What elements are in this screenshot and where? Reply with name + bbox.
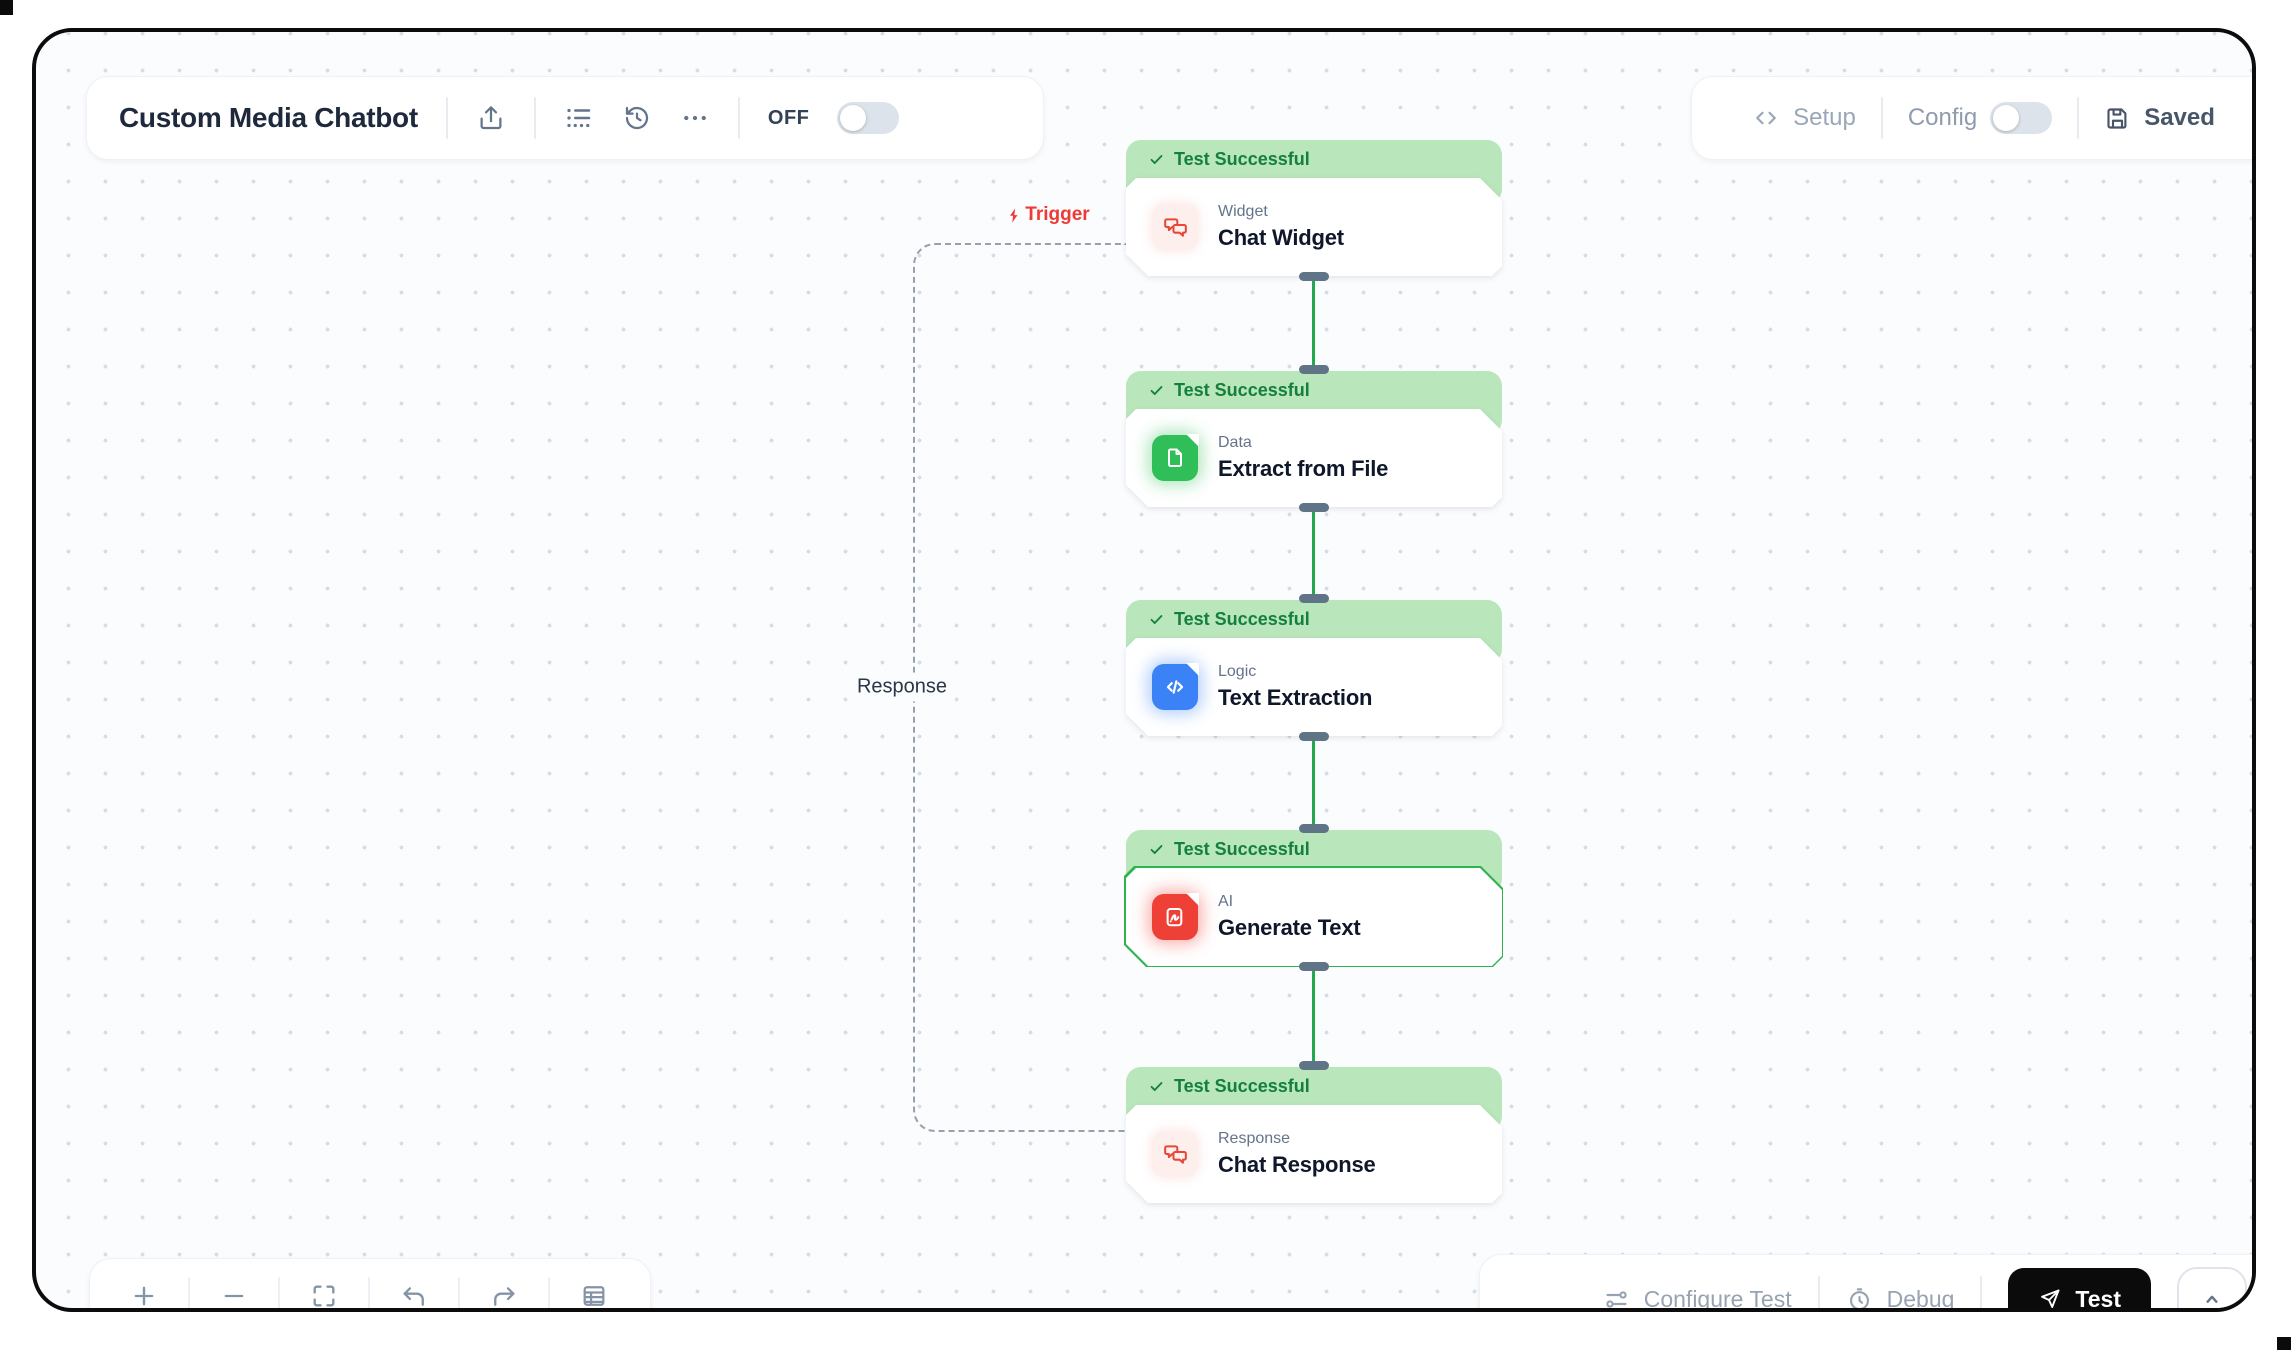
response-label: Response <box>849 673 955 702</box>
screen-artifact-top-left <box>0 0 13 15</box>
node-output-handle[interactable] <box>1299 272 1329 281</box>
zoom-in-button[interactable] <box>100 1259 188 1312</box>
node-type-label: Widget <box>1218 203 1344 221</box>
connector-line <box>1312 507 1315 600</box>
toggle-knob <box>1993 105 2019 131</box>
configure-test-button[interactable]: Configure Test <box>1603 1286 1792 1313</box>
node-status-text: Test Successful <box>1174 149 1310 170</box>
connector-line <box>1312 276 1315 371</box>
debug-label: Debug <box>1887 1286 1955 1313</box>
node-list-icon[interactable] <box>564 103 594 133</box>
code-icon <box>1152 664 1198 710</box>
node-status-text: Test Successful <box>1174 380 1310 401</box>
node-type-label: Response <box>1218 1130 1376 1148</box>
debug-button[interactable]: Debug <box>1846 1286 1955 1313</box>
setup-config-toolbar: Setup Config Saved <box>1691 76 2256 160</box>
node-chat-response[interactable]: Test Successful Response Chat Response <box>1126 1067 1502 1203</box>
timer-icon <box>1846 1286 1873 1313</box>
ai-sticker-icon <box>1152 894 1198 940</box>
configure-test-label: Configure Test <box>1644 1286 1792 1313</box>
setup-button[interactable]: Setup <box>1752 104 1856 132</box>
node-status-text: Test Successful <box>1174 839 1310 860</box>
lightning-bolt-icon <box>1006 207 1023 224</box>
node-title: Chat Response <box>1218 1152 1376 1178</box>
share-export-icon[interactable] <box>476 103 506 133</box>
setup-label: Setup <box>1793 104 1856 132</box>
editor-window-frame: Trigger Response Test Successful <box>32 28 2256 1312</box>
config-label: Config <box>1908 104 1977 132</box>
node-type-label: Logic <box>1218 663 1372 681</box>
check-icon <box>1148 841 1165 858</box>
node-output-handle[interactable] <box>1299 962 1329 971</box>
zoom-out-button[interactable] <box>190 1259 278 1312</box>
connector-line <box>1312 966 1315 1067</box>
chat-bubbles-icon <box>1152 1131 1198 1177</box>
toggle-knob <box>840 105 866 131</box>
logs-table-icon[interactable] <box>550 1259 638 1312</box>
test-toolbar: Configure Test Debug Test <box>1479 1254 2256 1312</box>
node-text-extraction[interactable]: Test Successful Logic Text Extraction <box>1126 600 1502 736</box>
workflow-editor: Trigger Response Test Successful <box>0 0 2291 1350</box>
node-title: Generate Text <box>1218 915 1361 941</box>
send-icon <box>2038 1287 2062 1311</box>
flow-header-toolbar: Custom Media Chatbot <box>86 76 1044 160</box>
check-icon <box>1148 151 1165 168</box>
undo-button[interactable] <box>370 1259 458 1312</box>
code-brackets-icon <box>1752 104 1780 132</box>
node-type-label: AI <box>1218 893 1361 911</box>
node-output-handle[interactable] <box>1299 503 1329 512</box>
sliders-icon <box>1603 1286 1630 1313</box>
node-type-label: Data <box>1218 434 1388 452</box>
node-status-text: Test Successful <box>1174 1076 1310 1097</box>
node-output-handle[interactable] <box>1299 732 1329 741</box>
connector-line <box>1312 736 1315 830</box>
divider <box>738 97 740 139</box>
fit-view-button[interactable] <box>280 1259 368 1312</box>
save-icon <box>2104 105 2131 132</box>
redo-button[interactable] <box>460 1259 548 1312</box>
trigger-label: Trigger <box>1006 204 1089 226</box>
flow-enabled-toggle[interactable] <box>837 102 899 134</box>
canvas-controls-toolbar <box>89 1258 651 1312</box>
node-title: Text Extraction <box>1218 685 1372 711</box>
test-button-label: Test <box>2075 1286 2121 1313</box>
node-input-handle[interactable] <box>1299 365 1329 374</box>
node-input-handle[interactable] <box>1299 594 1329 603</box>
divider <box>446 97 448 139</box>
node-input-handle[interactable] <box>1299 1061 1329 1070</box>
check-icon <box>1148 611 1165 628</box>
saved-status: Saved <box>2104 104 2215 132</box>
config-toggle[interactable] <box>1990 102 2052 134</box>
more-options-icon[interactable] <box>680 103 710 133</box>
node-generate-text[interactable]: Test Successful AI Generate Text <box>1126 830 1502 966</box>
chat-bubbles-icon <box>1152 204 1198 250</box>
check-icon <box>1148 1078 1165 1095</box>
divider <box>534 97 536 139</box>
history-icon[interactable] <box>622 103 652 133</box>
check-icon <box>1148 382 1165 399</box>
node-title: Chat Widget <box>1218 225 1344 251</box>
divider <box>1818 1276 1820 1312</box>
node-extract-from-file[interactable]: Test Successful Data Extract from File <box>1126 371 1502 507</box>
screen-artifact-bottom-right <box>2277 1337 2291 1350</box>
node-status-text: Test Successful <box>1174 609 1310 630</box>
test-button[interactable]: Test <box>2008 1268 2151 1312</box>
chevron-up-icon <box>2199 1286 2225 1312</box>
trigger-label-text: Trigger <box>1025 204 1089 226</box>
document-icon <box>1152 435 1198 481</box>
flow-enabled-state-label: OFF <box>768 107 810 130</box>
node-chat-widget[interactable]: Test Successful Widget Chat Widget <box>1126 140 1502 276</box>
node-input-handle[interactable] <box>1299 824 1329 833</box>
saved-label: Saved <box>2144 104 2215 132</box>
node-title: Extract from File <box>1218 456 1388 482</box>
collapse-panel-button[interactable] <box>2177 1267 2247 1312</box>
divider <box>2077 97 2079 139</box>
divider <box>1980 1276 1982 1312</box>
flow-title[interactable]: Custom Media Chatbot <box>119 102 418 134</box>
divider <box>1881 97 1883 139</box>
config-toggle-group: Config <box>1908 102 2052 134</box>
